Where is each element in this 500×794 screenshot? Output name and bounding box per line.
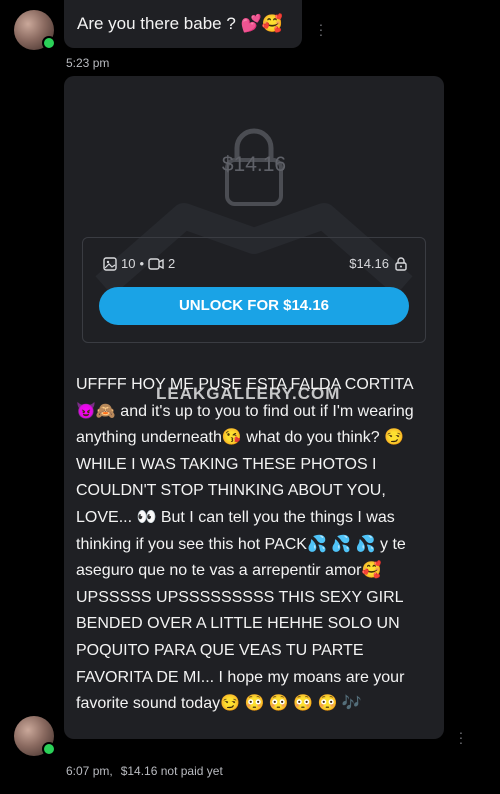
locked-price: $14.16 xyxy=(221,153,287,176)
message-text: Are you there babe ? 💕🥰 xyxy=(77,14,283,33)
price-tag: $14.16 xyxy=(349,256,407,271)
video-icon xyxy=(148,257,164,270)
kebab-menu-icon[interactable]: · · · xyxy=(458,725,464,749)
price-small: $14.16 xyxy=(349,256,389,271)
photo-count: 10 xyxy=(121,256,136,271)
separator-dot: • xyxy=(139,256,145,271)
watermark: LEAKGALLERY.COM xyxy=(156,384,341,403)
avatar[interactable] xyxy=(14,10,56,50)
online-indicator xyxy=(42,742,56,756)
kebab-menu-icon[interactable]: · · · xyxy=(318,17,324,41)
message-bubble: Are you there babe ? 💕🥰 xyxy=(64,0,302,48)
media-count: 10 • 2 xyxy=(103,256,175,271)
image-icon xyxy=(103,256,117,271)
ppv-message-card: $14.16 10 • 2 $14.16 UNLOCK FOR $14.16 U… xyxy=(64,76,444,739)
unlock-button[interactable]: UNLOCK FOR $14.16 xyxy=(99,287,409,325)
message-time: 6:07 pm, xyxy=(66,764,113,778)
message-status: 6:07 pm, $14.16 not paid yet xyxy=(66,764,223,778)
unlock-panel: 10 • 2 $14.16 UNLOCK FOR $14.16 xyxy=(82,237,426,343)
online-indicator xyxy=(42,36,56,50)
ppv-message-text: UFFFF HOY ME PUSE ESTA FALDA CORTITA 😈🙈 … xyxy=(76,376,414,713)
lock-icon xyxy=(395,256,407,271)
paid-status: $14.16 not paid yet xyxy=(120,764,223,778)
message-time: 5:23 pm xyxy=(66,56,110,70)
avatar[interactable] xyxy=(14,716,56,756)
video-count: 2 xyxy=(168,256,176,271)
